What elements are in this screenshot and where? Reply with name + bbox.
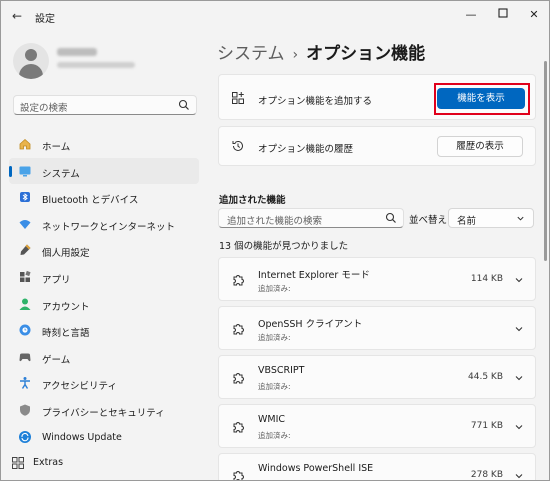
installed-search-placeholder: 追加された機能の検索 <box>227 216 323 227</box>
sidebar-item-accessibility[interactable]: アクセシビリティ <box>9 370 199 397</box>
page-title: オプション機能 <box>306 44 426 64</box>
puzzle-icon <box>233 422 244 433</box>
apps-icon <box>20 270 31 282</box>
feature-size: 44.5 KB <box>468 372 503 382</box>
settings-window: ← 設定 — ✕ 設定の検索 ホーム システム Bluetooth とデバイス <box>0 0 550 481</box>
add-grid-icon <box>232 92 244 104</box>
scrollbar[interactable] <box>544 61 547 261</box>
add-feature-label: オプション機能を追加する <box>258 96 373 107</box>
feature-history-label: オプション機能の履歴 <box>258 144 354 155</box>
sidebar-item-windows-update[interactable]: Windows Update <box>9 424 199 451</box>
account-icon <box>19 298 31 310</box>
feature-size: 771 KB <box>470 421 503 431</box>
feature-name: Windows PowerShell ISE <box>258 463 374 474</box>
sidebar-item-personalization[interactable]: 個人用設定 <box>9 237 199 264</box>
extras-icon <box>12 457 24 469</box>
sidebar-item-apps[interactable]: アプリ <box>9 264 199 291</box>
windows-update-icon <box>19 430 31 443</box>
sidebar-item-privacy[interactable]: プライバシーとセキュリティ <box>9 397 199 424</box>
sort-value: 名前 <box>457 216 477 227</box>
personalization-icon <box>20 244 31 256</box>
maximize-button[interactable] <box>488 5 518 25</box>
feature-name: OpenSSH クライアント <box>258 319 363 330</box>
breadcrumb-separator: › <box>292 47 299 63</box>
chevron-down-icon[interactable] <box>514 471 524 481</box>
feature-row[interactable]: WMIC 追加済み: 771 KB <box>218 404 536 448</box>
minimize-button[interactable]: — <box>456 5 486 25</box>
sidebar-item-extras[interactable]: Extras <box>9 453 109 473</box>
home-icon <box>19 138 31 150</box>
bluetooth-icon <box>20 192 30 203</box>
feature-row[interactable]: Internet Explorer モード 追加済み: 114 KB <box>218 257 536 301</box>
puzzle-icon <box>233 373 244 384</box>
feature-status: 追加済み: <box>258 382 291 391</box>
search-placeholder: 設定の検索 <box>20 103 68 114</box>
puzzle-icon <box>233 275 244 286</box>
chevron-down-icon[interactable] <box>514 275 524 285</box>
maximize-icon <box>498 8 508 18</box>
feature-row[interactable]: Windows PowerShell ISE追加済み:278 KB <box>218 453 536 481</box>
feature-status: 追加済み: <box>258 333 291 342</box>
sidebar-item-gaming[interactable]: ゲーム <box>9 344 199 371</box>
sort-dropdown[interactable]: 名前 <box>448 208 534 228</box>
avatar[interactable] <box>13 43 49 79</box>
view-history-button[interactable]: 履歴の表示 <box>437 136 523 157</box>
accessibility-icon <box>20 377 30 390</box>
history-icon <box>232 140 243 151</box>
feature-status: 追加済み: <box>258 431 291 440</box>
network-icon <box>19 219 31 229</box>
time-language-icon <box>19 324 31 336</box>
sidebar-item-time-language[interactable]: 時刻と言語 <box>9 317 199 344</box>
feature-size: 114 KB <box>470 274 503 284</box>
feature-name: WMIC <box>258 414 286 425</box>
breadcrumb: システム › オプション機能 <box>217 39 425 64</box>
close-button[interactable]: ✕ <box>519 5 549 25</box>
feature-count: 13 個の機能が見つかりました <box>219 241 349 252</box>
shield-icon <box>20 404 30 416</box>
gaming-icon <box>19 353 31 361</box>
chevron-down-icon[interactable] <box>514 422 524 432</box>
feature-row[interactable]: OpenSSH クライアント 追加済み: <box>218 306 536 350</box>
breadcrumb-parent[interactable]: システム <box>217 44 285 64</box>
system-icon <box>19 166 31 177</box>
sort-label: 並べ替え: <box>409 215 451 226</box>
feature-status: 追加済み: <box>258 284 291 293</box>
puzzle-icon <box>233 471 244 480</box>
search-icon <box>178 99 189 110</box>
sidebar-item-home[interactable]: ホーム <box>9 131 199 158</box>
chevron-down-icon[interactable] <box>514 324 524 334</box>
user-email-blurred <box>57 62 135 68</box>
installed-search-input[interactable]: 追加された機能の検索 <box>218 208 404 228</box>
sidebar-item-network[interactable]: ネットワークとインターネット <box>9 211 199 238</box>
chevron-down-icon[interactable] <box>514 373 524 383</box>
installed-section-title: 追加された機能 <box>219 195 286 206</box>
sidebar-item-system[interactable]: システム <box>9 157 199 185</box>
highlight-box <box>434 83 530 115</box>
sidebar-item-account[interactable]: アカウント <box>9 291 199 318</box>
title-bar: ← 設定 — ✕ <box>1 1 549 31</box>
puzzle-icon <box>233 324 244 335</box>
feature-size: 278 KB <box>470 470 503 480</box>
sidebar-item-bluetooth[interactable]: Bluetooth とデバイス <box>9 184 199 211</box>
feature-name: VBSCRIPT <box>258 365 305 376</box>
sidebar-nav: ホーム システム Bluetooth とデバイス ネットワークとインターネット … <box>9 131 199 450</box>
feature-row[interactable]: VBSCRIPT 追加済み: 44.5 KB <box>218 355 536 399</box>
back-arrow-icon[interactable]: ← <box>9 9 25 23</box>
search-icon <box>385 212 396 223</box>
chevron-down-icon <box>517 216 524 221</box>
feature-name: Internet Explorer モード <box>258 270 370 281</box>
settings-search-input[interactable]: 設定の検索 <box>13 95 197 115</box>
feature-history-card: オプション機能の履歴 履歴の表示 <box>218 126 536 166</box>
window-title: 設定 <box>35 14 55 25</box>
user-name-blurred <box>57 48 97 56</box>
